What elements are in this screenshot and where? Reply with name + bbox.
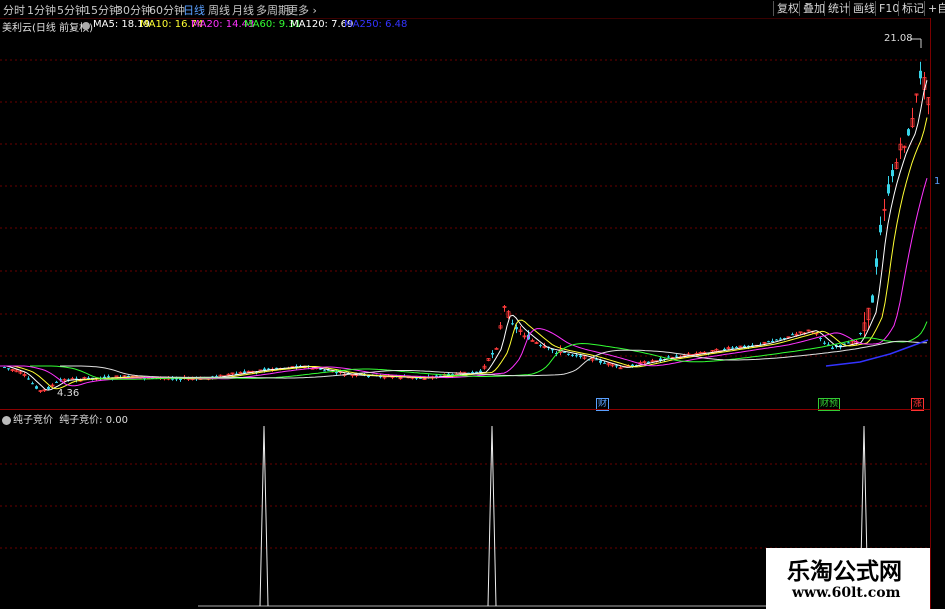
candle-body	[875, 258, 878, 267]
candle-body	[35, 386, 38, 389]
candle-body	[511, 323, 514, 325]
candle-body	[595, 359, 598, 361]
panel-separator[interactable]	[0, 409, 930, 410]
tf-multi-period[interactable]: 多周期	[256, 2, 289, 18]
candle-body	[27, 378, 30, 380]
candle-body	[479, 370, 482, 373]
candle-body	[667, 356, 670, 358]
candle-body	[599, 360, 602, 363]
candle-body	[579, 355, 582, 357]
candle-body	[887, 184, 890, 194]
watermark-title: 乐淘公式网	[787, 558, 902, 585]
kline-chart[interactable]	[0, 18, 930, 410]
tf-30min[interactable]: 30分钟	[116, 2, 152, 18]
indicator-spike	[259, 425, 269, 607]
candle-body	[919, 70, 922, 79]
candle-body	[871, 295, 874, 303]
candle-body	[571, 354, 574, 356]
tf-more[interactable]: 更多 ›	[287, 2, 317, 18]
ma20-line	[0, 177, 928, 387]
candle-body	[859, 333, 862, 335]
candle-body	[615, 365, 618, 367]
ma10-line	[0, 117, 928, 390]
tf-intraday[interactable]: 分时	[3, 2, 25, 18]
candle-body	[847, 342, 850, 344]
watermark: 乐淘公式网 www.60lt.com	[766, 548, 930, 609]
gear-icon[interactable]	[82, 22, 90, 30]
candle-body	[767, 341, 770, 343]
indicator-spike	[487, 425, 497, 607]
adjust-button[interactable]: 复权	[773, 1, 802, 16]
tf-15min[interactable]: 15分钟	[84, 2, 120, 18]
auto-button[interactable]: +自	[924, 1, 945, 16]
candle-body	[779, 338, 782, 340]
draw-button[interactable]: 画线	[849, 1, 878, 16]
tf-daily[interactable]: 日线	[183, 2, 205, 18]
chevron-right-icon: ›	[309, 4, 317, 17]
tf-monthly[interactable]: 月线	[232, 2, 254, 18]
watermark-url: www.60lt.com	[792, 585, 901, 601]
right-side-strip: 1	[930, 18, 945, 609]
high-price-label: 21.08	[884, 33, 913, 44]
mark-button[interactable]: 标记	[898, 1, 927, 16]
candle-body	[735, 346, 738, 348]
candle-body	[831, 347, 834, 350]
candle-body	[891, 170, 894, 177]
candle-body	[731, 347, 734, 349]
candle-body	[7, 368, 10, 370]
candle-body	[823, 342, 826, 344]
right-marker: 1	[934, 176, 941, 187]
candle-body	[675, 355, 678, 357]
tf-60min[interactable]: 60分钟	[149, 2, 185, 18]
ma120-line	[60, 340, 927, 379]
candle-body	[775, 339, 778, 341]
candle-body	[567, 353, 570, 355]
ma5-line	[0, 80, 928, 391]
tf-weekly[interactable]: 周线	[208, 2, 230, 18]
candle-body	[114, 375, 119, 378]
candle-body	[55, 381, 58, 383]
period-toolbar: 分时 1分钟 5分钟 15分钟 30分钟 60分钟 日线 周线 月线 多周期 更…	[0, 0, 945, 19]
ma250-label: MA250: 6.48	[344, 19, 408, 30]
candle-body	[603, 362, 606, 364]
candle-body	[323, 370, 326, 372]
candle-body	[575, 355, 578, 357]
low-price-label: 4.36	[57, 388, 80, 399]
candle-body	[335, 372, 338, 374]
candle-body	[791, 334, 794, 336]
candle-body	[907, 129, 910, 136]
candle-body	[31, 383, 34, 385]
candle-body	[47, 387, 50, 389]
candle-body	[879, 224, 882, 233]
candle-body	[539, 345, 542, 347]
tf-1min[interactable]: 1分钟	[27, 2, 56, 18]
candle-body	[107, 376, 110, 378]
stock-title: 美利云(日线 前复权)	[2, 23, 93, 34]
candle-body	[723, 348, 726, 350]
ma60-line	[30, 321, 928, 380]
tf-5min[interactable]: 5分钟	[57, 2, 86, 18]
candle-body	[3, 367, 6, 369]
candle-body	[819, 338, 822, 340]
candle-body	[491, 352, 494, 355]
